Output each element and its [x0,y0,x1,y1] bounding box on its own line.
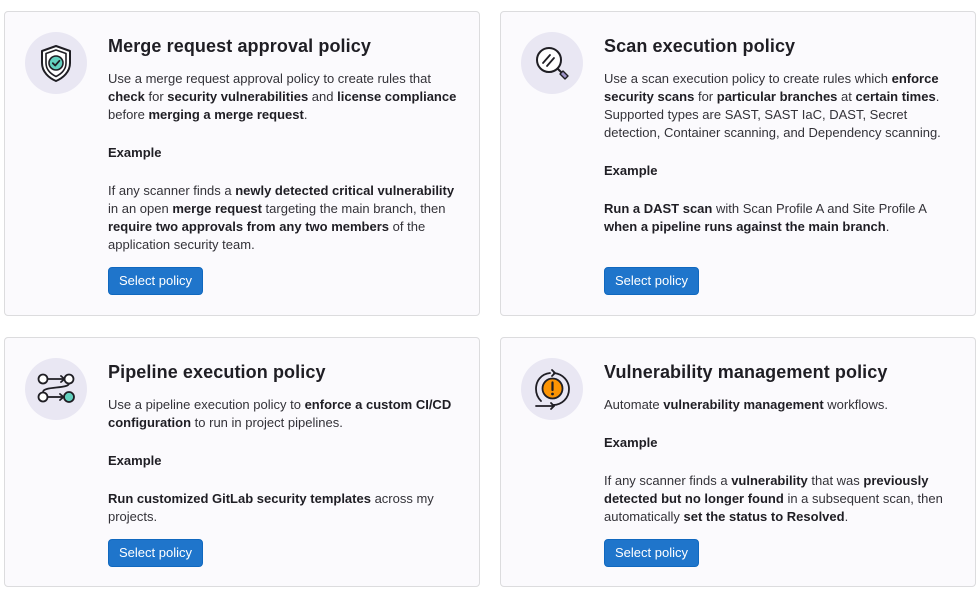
bold-text: check [108,89,145,104]
example-text: Run customized GitLab security templates… [108,490,464,526]
example-text: If any scanner finds a vulnerability tha… [604,472,960,526]
policy-card-pipeline-execution: Pipeline execution policy Use a pipeline… [4,337,480,587]
example-heading: Example [604,435,658,450]
bold-text: security vulnerabilities [167,89,309,104]
example-heading: Example [604,163,658,178]
text-segment: workflows. [823,397,888,412]
policy-card-scan-execution: Scan execution policy Use a scan executi… [500,11,976,316]
text-segment: that was [807,473,864,488]
vulnerability-cycle-icon [521,358,583,420]
text-segment: Automate [604,397,664,412]
text-segment: with Scan Profile A and Site Profile A [712,201,927,216]
policy-card-vulnerability-management: Vulnerability management policy Automate… [500,337,976,587]
select-policy-button[interactable]: Select policy [108,267,203,295]
bold-text: vulnerability management [663,397,824,412]
text-segment: If any scanner finds a [108,183,236,198]
text-segment: to run in project pipelines. [191,415,343,430]
text-segment: targeting the main branch, then [261,201,446,216]
select-policy-button[interactable]: Select policy [604,267,699,295]
card-description: Use a scan execution policy to create ru… [604,70,960,142]
example-text: If any scanner finds a newly detected cr… [108,182,464,254]
card-title: Scan execution policy [604,36,796,56]
text-segment: Use a merge request approval policy to c… [108,71,432,86]
select-policy-button[interactable]: Select policy [604,539,699,567]
card-description: Use a merge request approval policy to c… [108,70,464,124]
text-segment: before [108,107,149,122]
card-title: Merge request approval policy [108,36,371,56]
text-segment: for [144,89,168,104]
text-segment: Use a scan execution policy to create ru… [604,71,892,86]
text-segment: . [844,509,849,524]
scan-magnifier-icon [521,32,583,94]
select-policy-button[interactable]: Select policy [108,539,203,567]
bold-text: require two approvals from any two membe… [108,219,390,234]
text-segment: in an open [108,201,173,216]
text-segment: and [308,89,338,104]
bold-text: newly detected critical vulnerability [235,183,455,198]
card-description: Use a pipeline execution policy to enfor… [108,396,464,432]
bold-text: set the status to Resolved [683,509,845,524]
example-text: Run a DAST scan with Scan Profile A and … [604,200,960,236]
pipeline-icon [25,358,87,420]
example-heading: Example [108,145,162,160]
shield-check-icon [25,32,87,94]
bold-text: license compliance [337,89,457,104]
text-segment: for [694,89,717,104]
bold-text: certain times [855,89,936,104]
bold-text: Run customized GitLab security templates [108,491,371,506]
card-title: Pipeline execution policy [108,362,326,382]
example-heading: Example [108,453,162,468]
bold-text: vulnerability [731,473,808,488]
bold-text: particular branches [716,89,838,104]
policy-card-merge-request-approval: Merge request approval policy Use a merg… [4,11,480,316]
text-segment: . [303,107,308,122]
text-segment: Use a pipeline execution policy to [108,397,305,412]
text-segment: at [837,89,856,104]
text-segment: . [885,219,890,234]
bold-text: merge request [172,201,262,216]
bold-text: merging a merge request [148,107,304,122]
bold-text: Run a DAST scan [604,201,713,216]
card-title: Vulnerability management policy [604,362,888,382]
card-description: Automate vulnerability management workfl… [604,396,960,414]
text-segment: If any scanner finds a [604,473,732,488]
bold-text: when a pipeline runs against the main br… [604,219,886,234]
